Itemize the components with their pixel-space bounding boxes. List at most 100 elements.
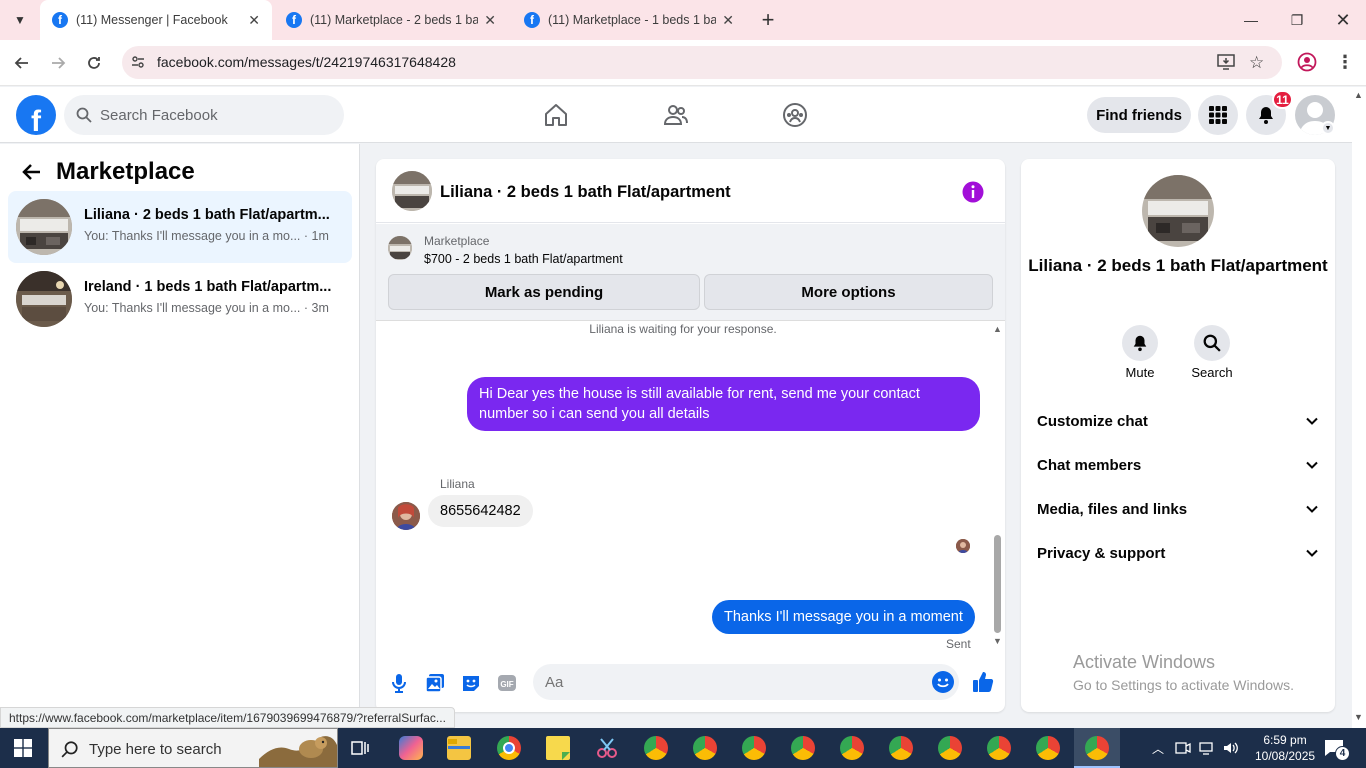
sticky-notes-icon[interactable]	[546, 736, 570, 760]
emoji-icon[interactable]	[931, 670, 954, 693]
account-chevron-icon[interactable]: ▼	[1321, 121, 1335, 135]
section-chat-members[interactable]: Chat members	[1037, 453, 1319, 477]
chrome-profile-icon[interactable]	[889, 736, 913, 760]
chrome-profile-icon[interactable]	[791, 736, 815, 760]
copilot-icon[interactable]	[399, 736, 423, 760]
browser-menu-icon[interactable]: ⋮	[1336, 52, 1354, 73]
show-hidden-icons-chevron[interactable]: ︿	[1152, 740, 1164, 757]
groups-nav-icon[interactable]	[779, 99, 811, 131]
file-explorer-icon[interactable]	[447, 736, 471, 760]
gif-icon[interactable]: GIF	[496, 672, 518, 694]
search-in-conversation-icon[interactable]	[1194, 325, 1230, 361]
info-listing-name: Liliana · 2 beds 1 bath Flat/apartment	[1028, 256, 1328, 275]
sender-avatar[interactable]	[392, 502, 420, 530]
listing-mini-thumbnail[interactable]	[388, 236, 412, 260]
browser-tab-messenger[interactable]: f (11) Messenger | Facebook ✕	[40, 0, 272, 40]
section-label: Customize chat	[1037, 412, 1148, 430]
tab-close-icon[interactable]: ✕	[248, 12, 260, 29]
omnibox[interactable]: facebook.com/messages/t/2421974631764842…	[122, 46, 1282, 79]
mute-bell-icon[interactable]	[1122, 325, 1158, 361]
windows-start-icon[interactable]	[14, 739, 32, 757]
network-icon[interactable]	[1199, 740, 1215, 756]
message-input[interactable]	[533, 664, 959, 700]
conversation-item-ireland[interactable]: Ireland · 1 beds 1 bath Flat/apartm... Y…	[8, 263, 352, 335]
scroll-down-arrow-icon[interactable]: ▼	[993, 636, 1002, 646]
profile-icon[interactable]	[1297, 52, 1317, 72]
back-arrow-icon[interactable]	[7, 48, 37, 78]
chrome-profile-icon[interactable]	[1036, 736, 1060, 760]
outgoing-message-bubble[interactable]: Thanks I'll message you in a moment	[712, 600, 975, 634]
chrome-profile-icon[interactable]	[938, 736, 962, 760]
back-arrow-icon[interactable]	[20, 160, 44, 184]
chrome-profile-icon[interactable]	[693, 736, 717, 760]
scroll-up-arrow-icon[interactable]: ▲	[993, 324, 1002, 334]
section-privacy-support[interactable]: Privacy & support	[1037, 541, 1319, 565]
chrome-profile-icon[interactable]	[644, 736, 668, 760]
home-nav-icon[interactable]	[540, 99, 572, 131]
chat-listing-avatar[interactable]	[392, 171, 432, 211]
install-app-icon[interactable]	[1217, 54, 1235, 70]
microphone-icon[interactable]	[388, 672, 410, 694]
site-settings-icon[interactable]	[130, 54, 146, 70]
browser-tab-marketplace-2beds[interactable]: f (11) Marketplace - 2 beds 1 bath ✕	[274, 0, 508, 40]
conversation-name: Ireland · 1 beds 1 bath Flat/apartm...	[84, 279, 332, 295]
section-media-files-links[interactable]: Media, files and links	[1037, 497, 1319, 521]
chrome-icon[interactable]	[497, 736, 521, 760]
thumbs-up-like-icon[interactable]	[971, 670, 994, 692]
page-scroll-down-icon[interactable]: ▼	[1354, 712, 1363, 722]
tab-title: (11) Marketplace - 1 beds 1 bath	[548, 13, 717, 27]
task-view-icon[interactable]	[350, 738, 370, 758]
close-window-icon[interactable]: ✕	[1320, 0, 1366, 40]
activate-windows-subtitle: Go to Settings to activate Windows.	[1073, 677, 1294, 693]
mark-as-pending-button[interactable]: Mark as pending	[388, 274, 700, 310]
reload-icon[interactable]	[79, 48, 109, 78]
incoming-message-bubble[interactable]: 8655642482	[428, 495, 533, 527]
tab-close-icon[interactable]: ✕	[722, 12, 734, 29]
forward-arrow-icon[interactable]	[43, 48, 73, 78]
snipping-tool-icon[interactable]	[595, 736, 619, 760]
friends-nav-icon[interactable]	[660, 99, 692, 131]
scrollbar-thumb[interactable]	[994, 535, 1001, 633]
sticker-icon[interactable]	[460, 672, 482, 694]
waiting-notice: Liliana is waiting for your response.	[589, 322, 777, 336]
listing-price-title[interactable]: $700 - 2 beds 1 bath Flat/apartment	[424, 252, 623, 266]
minimize-window-icon[interactable]: —	[1228, 0, 1274, 40]
chat-title[interactable]: Liliana · 2 beds 1 bath Flat/apartment	[440, 183, 731, 202]
windows-taskbar: Type here to search ︿ 6:59 pm 10/08/2025…	[0, 728, 1366, 768]
section-customize-chat[interactable]: Customize chat	[1037, 409, 1319, 433]
meet-now-icon[interactable]	[1175, 740, 1191, 756]
active-chrome-taskbar-button[interactable]	[1074, 728, 1120, 768]
message-thread: Liliana is waiting for your response. Hi…	[376, 322, 1005, 652]
browser-tab-marketplace-1beds[interactable]: f (11) Marketplace - 1 beds 1 bath ✕	[512, 0, 746, 40]
bookmark-star-icon[interactable]: ☆	[1249, 53, 1264, 73]
activate-windows-title: Activate Windows	[1073, 652, 1216, 672]
info-listing-avatar[interactable]	[1142, 175, 1214, 247]
more-options-button[interactable]: More options	[704, 274, 993, 310]
message-status: Sent	[946, 637, 971, 651]
taskbar-clock[interactable]: 6:59 pm 10/08/2025	[1255, 732, 1315, 764]
chrome-profile-icon[interactable]	[840, 736, 864, 760]
listing-thumbnail	[16, 271, 72, 327]
photo-gallery-icon[interactable]	[424, 672, 446, 694]
section-label: Privacy & support	[1037, 544, 1166, 562]
page-scroll-up-icon[interactable]: ▲	[1354, 90, 1363, 100]
taskbar-search-box[interactable]: Type here to search	[48, 728, 338, 768]
new-tab-plus-icon[interactable]: +	[756, 7, 780, 32]
chrome-profile-icon[interactable]	[987, 736, 1011, 760]
outgoing-message-bubble[interactable]: Hi Dear yes the house is still available…	[467, 377, 980, 431]
menu-grid-icon[interactable]	[1198, 95, 1238, 135]
conversation-name: Liliana · 2 beds 1 bath Flat/apartm...	[84, 207, 330, 223]
tab-search-chevron-icon[interactable]: ▼	[8, 8, 32, 32]
conversation-info-icon[interactable]	[962, 181, 984, 203]
conversation-item-liliana[interactable]: Liliana · 2 beds 1 bath Flat/apartm... Y…	[8, 191, 352, 263]
tab-close-icon[interactable]: ✕	[484, 12, 496, 29]
page-scrollbar[interactable]: ▲ ▼	[1352, 88, 1366, 728]
restore-window-icon[interactable]: ❐	[1274, 0, 1320, 40]
volume-icon[interactable]	[1222, 740, 1240, 756]
message-scrollbar[interactable]: ▲ ▼	[990, 322, 1005, 652]
chrome-profile-icon[interactable]	[742, 736, 766, 760]
marketplace-title: Marketplace	[56, 158, 195, 185]
facebook-logo-icon[interactable]: f	[16, 95, 56, 135]
facebook-search-input[interactable]: Search Facebook	[64, 95, 344, 135]
find-friends-button[interactable]: Find friends	[1087, 97, 1191, 133]
